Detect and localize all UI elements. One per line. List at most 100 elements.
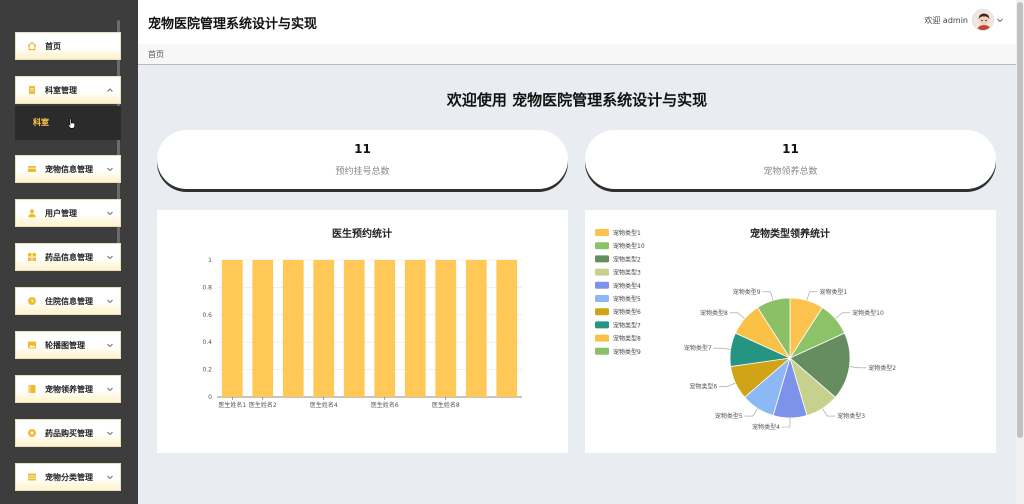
slice-leader-line — [822, 408, 836, 417]
doc-icon — [27, 85, 37, 95]
app-title: 宠物医院管理系统设计与实现 — [148, 17, 318, 32]
page-scrollbar-thumb[interactable] — [1017, 2, 1023, 438]
sidebar-item-drug-info[interactable]: 药品信息管理 — [15, 243, 121, 271]
sidebar-item-drug-purchase[interactable]: 药品购买管理 — [15, 419, 121, 447]
chevron-down-icon — [107, 299, 113, 304]
sidebar-item-label: 科室管理 — [45, 85, 77, 95]
sidebar-item-users[interactable]: 用户管理 — [15, 199, 121, 227]
legend-label: 宠物类型5 — [613, 295, 641, 303]
y-tick-label: 0.2 — [202, 367, 212, 374]
breadcrumb-bar: 首页 — [138, 44, 1016, 65]
x-tick-label: 医生姓名2 — [249, 401, 277, 409]
sidebar-item-department[interactable]: 科室管理 — [15, 76, 121, 104]
sidebar: 首页 科室管理 科室 宠物信息管理 用户管理 药品信息管理 住院信息管理 轮播图… — [0, 0, 138, 504]
stat-value: 11 — [354, 142, 371, 156]
slice-label: 宠物类型6 — [689, 383, 717, 391]
slice-leader-line — [835, 312, 851, 319]
chevron-down-icon — [107, 211, 113, 216]
chevron-down-icon — [107, 475, 113, 480]
bar — [221, 260, 243, 397]
slice-label: 宠物类型3 — [837, 412, 865, 420]
x-tick-label: 医生姓名6 — [371, 401, 399, 409]
slice-label: 宠物类型10 — [852, 309, 884, 317]
chevron-up-icon — [107, 88, 113, 92]
y-tick-label: 0.4 — [202, 339, 212, 346]
legend-swatch — [595, 321, 609, 329]
bar — [435, 260, 457, 397]
sidebar-item-label: 药品购买管理 — [45, 428, 93, 438]
bar — [496, 260, 518, 397]
user-menu[interactable]: 欢迎 admin — [924, 9, 1004, 31]
sidebar-item-label: 宠物分类管理 — [45, 472, 93, 482]
slice-label: 宠物类型9 — [733, 288, 761, 296]
sidebar-item-label: 宠物领养管理 — [45, 384, 93, 394]
legend-swatch — [595, 308, 609, 316]
x-tick-label: 医生姓名4 — [310, 401, 338, 409]
bar — [343, 260, 365, 397]
sidebar-item-carousel[interactable]: 轮播图管理 — [15, 331, 121, 359]
slice-label: 宠物类型1 — [819, 288, 847, 296]
sidebar-item-adoption[interactable]: 宠物领养管理 — [15, 375, 121, 403]
box-icon — [27, 472, 37, 482]
grid-icon — [27, 252, 37, 262]
legend-label: 宠物类型6 — [613, 308, 641, 316]
welcome-text: 欢迎 admin — [924, 15, 968, 25]
user-icon — [27, 208, 37, 218]
breadcrumb[interactable]: 首页 — [148, 49, 164, 60]
top-bar: 宠物医院管理系统设计与实现 欢迎 admin — [138, 0, 1016, 44]
slice-label: 宠物类型8 — [700, 309, 728, 317]
legend-label: 宠物类型1 — [613, 229, 641, 237]
avatar[interactable] — [972, 9, 994, 31]
doctor-appointment-bar-chart: 医生预约统计 0 0.2 0.4 0.6 0.8 1 医生姓名1 医生姓名2 医生姓名4 医生姓名6… — [202, 227, 522, 409]
legend-label: 宠物类型3 — [613, 269, 641, 277]
stat-card-appointments: 11 预约挂号总数 — [157, 130, 568, 189]
legend-swatch — [595, 281, 609, 289]
legend-swatch — [595, 242, 609, 250]
slice-leader-line — [713, 347, 731, 350]
bar — [313, 260, 335, 397]
y-tick-label: 0 — [208, 394, 212, 401]
bar — [252, 260, 274, 397]
legend-label: 宠物类型9 — [613, 348, 641, 356]
bar — [404, 260, 426, 397]
sidebar-item-label: 用户管理 — [45, 208, 77, 218]
slice-leader-line — [849, 366, 867, 369]
pointer-cursor-icon — [67, 118, 75, 129]
legend-swatch — [595, 334, 609, 342]
bar — [374, 260, 396, 397]
sidebar-item-label: 住院信息管理 — [45, 296, 93, 306]
x-tick-label: 医生姓名1 — [218, 401, 246, 409]
slice-label: 宠物类型7 — [684, 344, 712, 352]
chart-title: 宠物类型领养统计 — [750, 227, 830, 240]
legend-swatch — [595, 268, 609, 276]
slice-leader-line — [762, 291, 774, 301]
circle-icon — [27, 428, 37, 438]
card-icon — [27, 164, 37, 174]
slice-label: 宠物类型5 — [715, 412, 743, 420]
home-icon — [27, 41, 37, 51]
stat-card-adoptions: 11 宠物领养总数 — [585, 130, 996, 189]
slice-leader-line — [806, 291, 818, 301]
bar — [282, 260, 304, 397]
legend-swatch — [595, 295, 609, 302]
slice-leader-line — [729, 312, 745, 319]
doctor-appointment-chart-panel: 医生预约统计 0 0.2 0.4 0.6 0.8 1 医生姓名1 医生姓名2 医生姓名4 医生姓名6… — [157, 210, 568, 453]
pet-adoption-chart-panel: 宠物类型领养统计 宠物类型1 宠物类型10 宠物类型2 宠物类型3 宠物类型4 宠物类型5 宠… — [585, 210, 996, 453]
slice-leader-line — [744, 408, 758, 417]
chevron-down-icon — [107, 431, 113, 436]
legend-swatch — [595, 255, 609, 263]
legend-label: 宠物类型2 — [613, 255, 641, 263]
stat-label: 预约挂号总数 — [335, 167, 390, 177]
legend-label: 宠物类型7 — [613, 321, 641, 329]
x-tick-label: 医生姓名8 — [432, 401, 460, 409]
bar — [465, 260, 487, 397]
y-tick-label: 1 — [208, 257, 212, 264]
sidebar-item-home[interactable]: 首页 — [15, 32, 121, 60]
submenu-item-department[interactable]: 科室 — [33, 117, 49, 128]
sidebar-item-pet-category[interactable]: 宠物分类管理 — [15, 463, 121, 491]
sidebar-item-label: 药品信息管理 — [45, 252, 93, 262]
slice-label: 宠物类型4 — [752, 423, 780, 431]
sidebar-item-pet-info[interactable]: 宠物信息管理 — [15, 155, 121, 183]
sidebar-item-hospitalization[interactable]: 住院信息管理 — [15, 287, 121, 315]
sidebar-item-label: 宠物信息管理 — [45, 164, 93, 174]
